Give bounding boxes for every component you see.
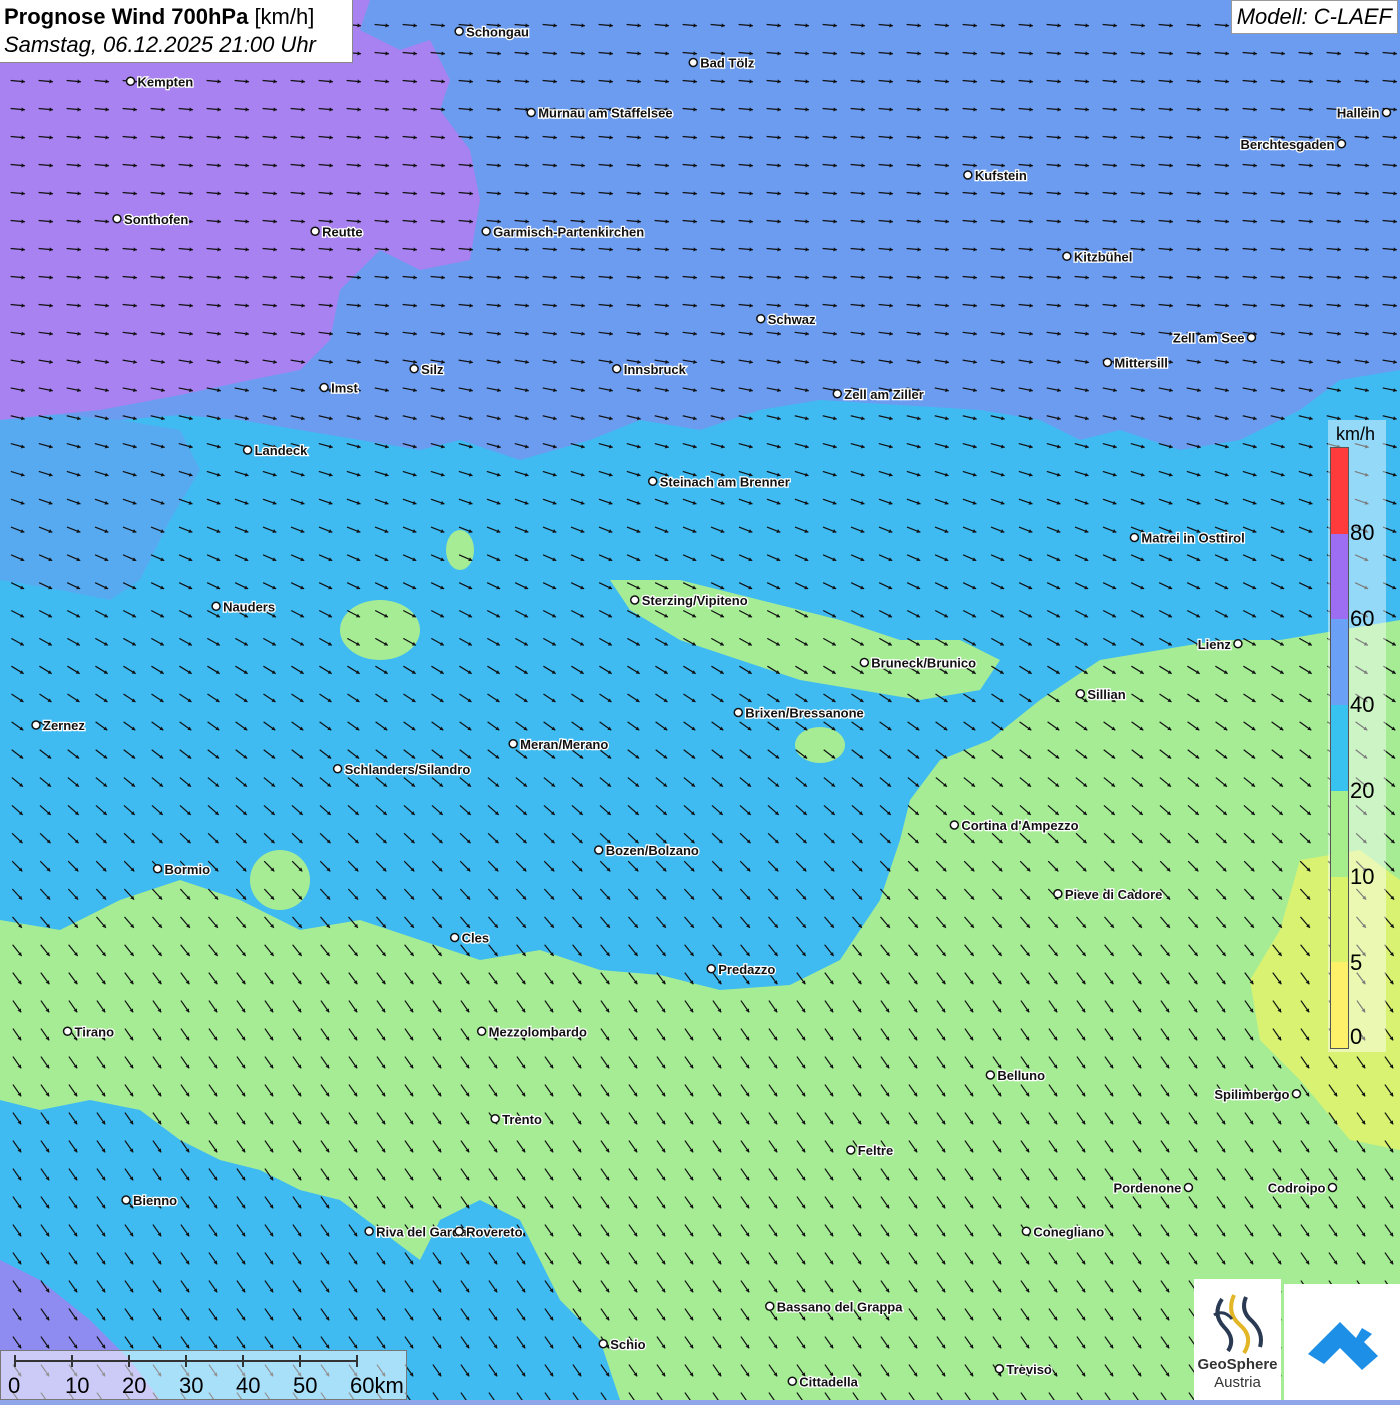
wind-patch-green-4 [250, 850, 310, 910]
wind-patch-green-3 [795, 727, 845, 763]
wind-patch-green-1 [340, 600, 420, 660]
map-canvas: SchongauBad TölzKemptenMurnau am Staffel… [0, 0, 1400, 1400]
wind-patch-green-2 [446, 530, 474, 570]
wind-map[interactable]: SchongauBad TölzKemptenMurnau am Staffel… [0, 0, 1400, 1400]
